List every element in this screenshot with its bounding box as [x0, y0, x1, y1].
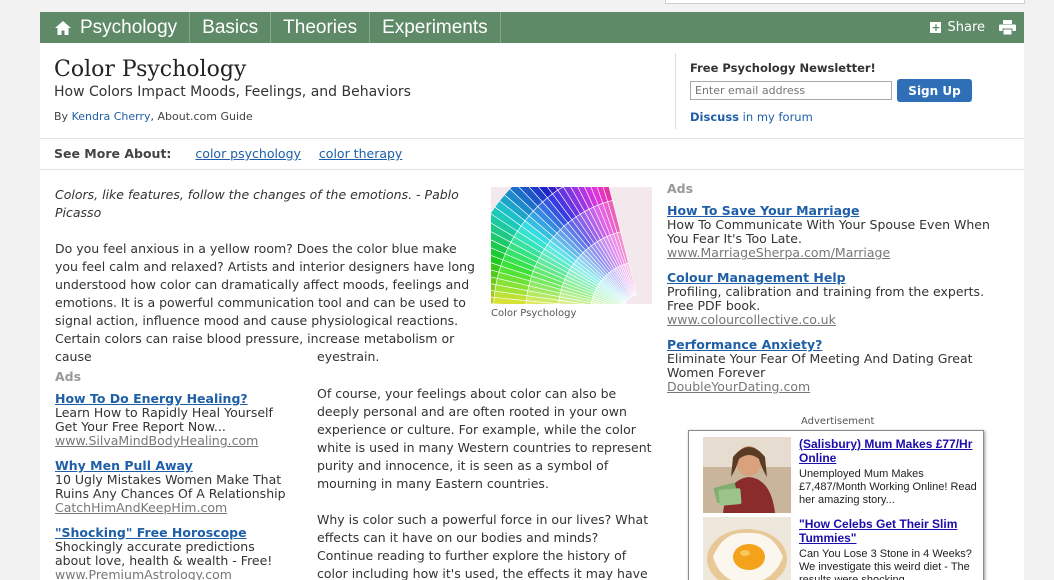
share-label: Share [947, 20, 985, 35]
ad-title-link[interactable]: "Shocking" Free Horoscope [55, 526, 290, 540]
ad-title-link[interactable]: Colour Management Help [667, 271, 1012, 285]
print-icon[interactable] [999, 20, 1016, 35]
advertisement-title-link[interactable]: (Salisbury) Mum Makes £77/Hr Online [799, 437, 985, 465]
nav-item-theories[interactable]: Theories [271, 12, 371, 43]
nav-item-experiments[interactable]: Experiments [370, 12, 501, 43]
ad-description: Profiling, calibration and training from… [667, 284, 985, 313]
ad-item: "Shocking" Free Horoscope Shockingly acc… [55, 526, 290, 580]
ads-label: Ads [667, 181, 694, 196]
nav-tools: + Share [930, 12, 1024, 43]
right-ads: Ads How To Save Your Marriage How To Com… [667, 181, 1012, 405]
ad-description: 10 Ugly Mistakes Women Make That Ruins A… [55, 472, 286, 501]
image-caption: Color Psychology [491, 308, 577, 319]
discuss-link[interactable]: Discuss [690, 110, 739, 124]
ad-title-link[interactable]: How To Save Your Marriage [667, 204, 1012, 218]
page-content: Color Psychology How Colors Impact Moods… [40, 43, 1024, 580]
left-ads: Ads How To Do Energy Healing? Learn How … [55, 369, 290, 580]
plus-icon: + [930, 21, 942, 34]
discuss-line: Discuss in my forum [690, 110, 972, 124]
article-paragraph-1-end: eyestrain. [317, 349, 380, 364]
ad-url-link[interactable]: www.PremiumAstrology.com [55, 568, 290, 580]
nav-item-label: Psychology [80, 16, 178, 38]
advertisement-box: (Salisbury) Mum Makes £77/Hr Online Unem… [688, 430, 984, 580]
woman-photo-thumbnail[interactable] [703, 437, 791, 513]
ad-item: Colour Management Help Profiling, calibr… [667, 271, 1012, 327]
ad-description: Shockingly accurate predictions about lo… [55, 539, 273, 568]
advertisement-text: (Salisbury) Mum Makes £77/Hr Online Unem… [799, 437, 985, 507]
ad-url-link[interactable]: www.SilvaMindBodyHealing.com [55, 434, 290, 448]
newsletter-title: Free Psychology Newsletter! [690, 61, 876, 75]
advertisement-description: Can You Lose 3 Stone in 4 Weeks? We inve… [799, 548, 972, 580]
sign-up-button[interactable]: Sign Up [897, 79, 972, 102]
see-more-label: See More About: [54, 146, 172, 161]
header-divider [675, 53, 676, 129]
ad-item: Performance Anxiety? Eliminate Your Fear… [667, 338, 1012, 394]
page-subtitle: How Colors Impact Moods, Feelings, and B… [54, 84, 411, 100]
nav-item-label: Experiments [382, 16, 488, 38]
article-quote: Colors, like features, follow the change… [55, 187, 459, 220]
color-fan-image [491, 187, 652, 304]
nav-item-psychology[interactable]: Psychology [40, 12, 191, 43]
see-more-link-color-psychology[interactable]: color psychology [195, 146, 301, 161]
article-paragraph-1: Do you feel anxious in a yellow room? Do… [55, 241, 475, 364]
article-paragraph-2: Of course, your feelings about color can… [317, 386, 652, 491]
advertisement-text: "How Celebs Get Their Slim Tummies" Can … [799, 517, 985, 580]
email-input[interactable] [690, 81, 892, 100]
article-header: Color Psychology How Colors Impact Moods… [40, 43, 1024, 139]
ad-item: How To Do Energy Healing? Learn How to R… [55, 392, 290, 448]
ad-description: Eliminate Your Fear Of Meeting And Datin… [667, 351, 973, 380]
ad-url-link[interactable]: www.MarriageSherpa.com/Marriage [667, 246, 1012, 260]
advertisement-label: Advertisement [801, 416, 875, 427]
ad-description: Learn How to Rapidly Heal Yourself Get Y… [55, 405, 273, 434]
ad-item: Why Men Pull Away 10 Ugly Mistakes Women… [55, 459, 290, 515]
article-paragraph-3: Why is color such a powerful force in ou… [317, 512, 649, 580]
egg-photo-thumbnail[interactable] [703, 517, 791, 580]
ads-label: Ads [55, 369, 82, 384]
advertisement-title-link[interactable]: "How Celebs Get Their Slim Tummies" [799, 517, 985, 545]
ad-url-link[interactable]: DoubleYourDating.com [667, 380, 1012, 394]
ad-description: How To Communicate With Your Spouse Even… [667, 217, 990, 246]
ad-url-link[interactable]: CatchHimAndKeepHim.com [55, 501, 290, 515]
byline: By Kendra Cherry, About.com Guide [54, 110, 253, 123]
nav-item-label: Basics [202, 16, 259, 38]
ad-item: How To Save Your Marriage How To Communi… [667, 204, 1012, 260]
see-more-about: See More About: color psychology color t… [54, 146, 402, 161]
divider [40, 169, 1024, 170]
advertisement-description: Unemployed Mum Makes £7,487/Month Workin… [799, 468, 977, 506]
ad-title-link[interactable]: Why Men Pull Away [55, 459, 290, 473]
top-search-box[interactable] [665, 0, 1025, 4]
ad-url-link[interactable]: www.colourcollective.co.uk [667, 313, 1012, 327]
ad-title-link[interactable]: How To Do Energy Healing? [55, 392, 290, 406]
byline-prefix: By [54, 110, 69, 123]
main-navbar: Psychology Basics Theories Experiments +… [40, 12, 1024, 43]
nav-item-label: Theories [283, 16, 358, 38]
nav-item-basics[interactable]: Basics [190, 12, 272, 43]
home-icon [54, 20, 72, 36]
newsletter-signup: Free Psychology Newsletter! Sign Up Disc… [690, 61, 972, 124]
page-title: Color Psychology [54, 57, 247, 82]
see-more-link-color-therapy[interactable]: color therapy [319, 146, 402, 161]
share-button[interactable]: + Share [930, 20, 985, 35]
author-link[interactable]: Kendra Cherry [72, 110, 151, 123]
discuss-suffix: in my forum [739, 110, 813, 124]
ad-title-link[interactable]: Performance Anxiety? [667, 338, 1012, 352]
byline-suffix: , About.com Guide [150, 110, 253, 123]
